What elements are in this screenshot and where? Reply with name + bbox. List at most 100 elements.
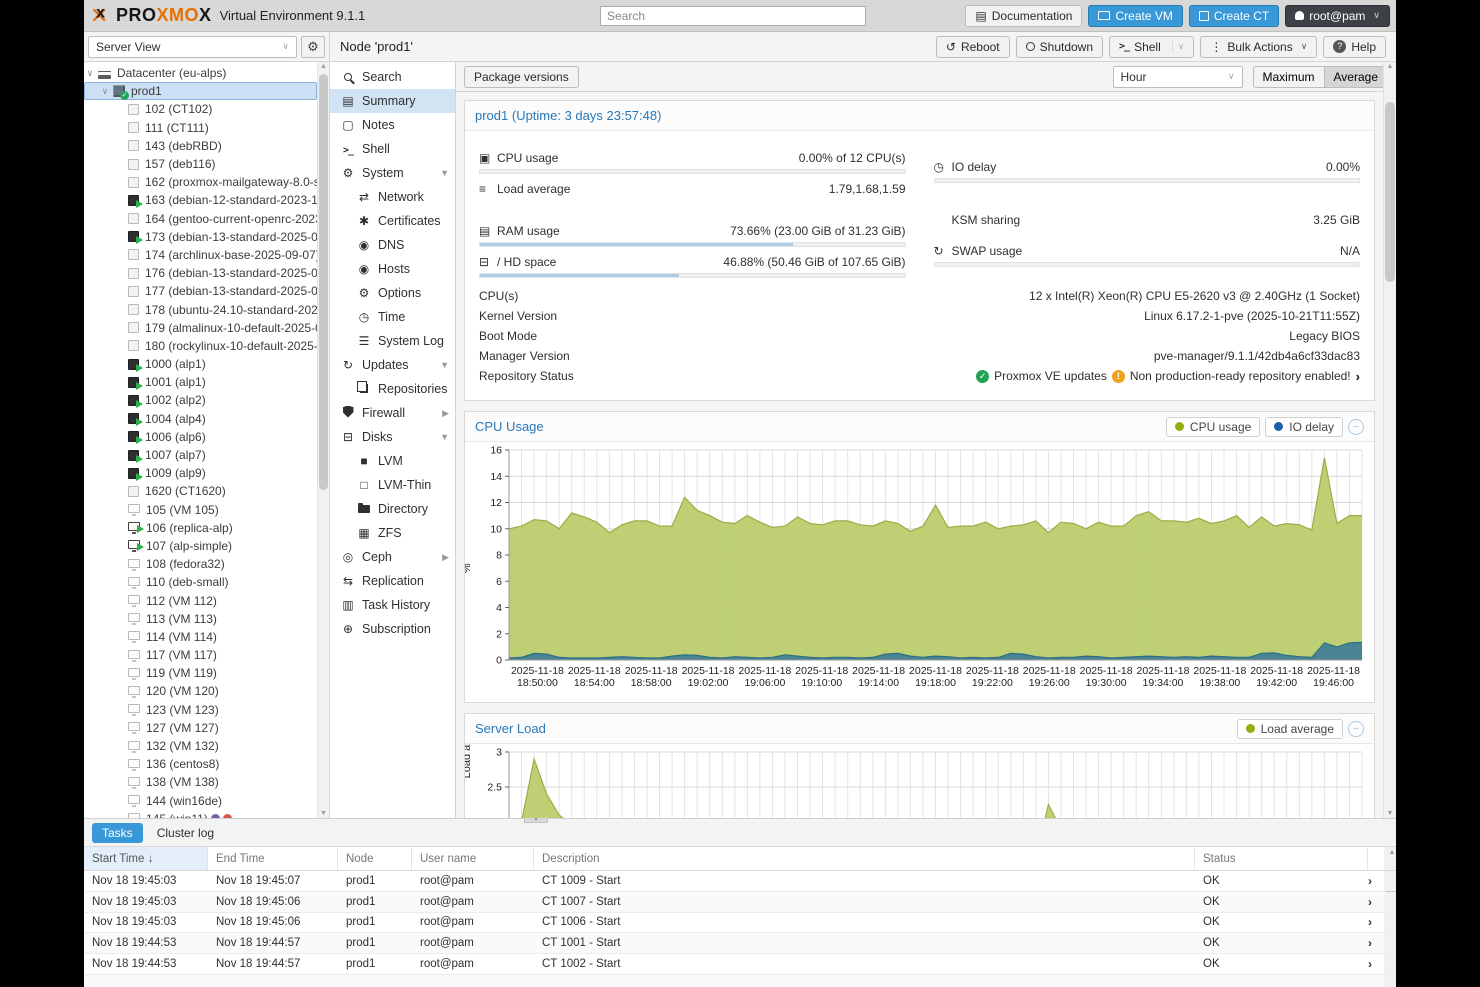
column-start-time[interactable]: Start Time ↓ <box>84 847 208 870</box>
shutdown-button[interactable]: Shutdown <box>1016 36 1103 58</box>
legend-load-average[interactable]: Load average <box>1237 719 1343 739</box>
nav-item-replication[interactable]: ⇆Replication <box>330 569 455 593</box>
tree-item-datacenter[interactable]: ∨Datacenter (eu-alps) <box>84 64 317 82</box>
package-versions-button[interactable]: Package versions <box>464 66 579 88</box>
tree-item-guest[interactable]: 162 (proxmox-mailgateway-8.0-st… <box>84 173 317 191</box>
nav-item-repositories[interactable]: Repositories <box>330 377 455 401</box>
tree-item-guest[interactable]: 179 (almalinux-10-default-2025-0… <box>84 319 317 337</box>
nav-item-zfs[interactable]: ▦ZFS <box>330 521 455 545</box>
chevron-right-icon[interactable]: › <box>1368 895 1384 909</box>
nav-item-system[interactable]: ⚙System▼ <box>330 161 455 185</box>
tree-item-guest[interactable]: 107 (alp-simple) <box>84 537 317 555</box>
tree-item-guest[interactable]: 157 (deb116) <box>84 155 317 173</box>
scroll-down-icon[interactable]: ▼ <box>318 810 329 817</box>
maximum-toggle[interactable]: Maximum <box>1253 66 1325 88</box>
nav-item-firewall[interactable]: Firewall▶ <box>330 401 455 425</box>
tree-item-guest[interactable]: 163 (debian-12-standard-2023-10… <box>84 191 317 209</box>
tree-item-guest[interactable]: 113 (VM 113) <box>84 610 317 628</box>
column-description[interactable]: Description <box>534 847 1195 870</box>
panel-splitter[interactable]: ▾ <box>524 818 548 823</box>
legend-cpu-usage[interactable]: CPU usage <box>1166 417 1260 437</box>
user-menu-button[interactable]: root@pam∨ <box>1285 5 1390 27</box>
nav-item-task-history[interactable]: ▥Task History <box>330 593 455 617</box>
create-ct-button[interactable]: Create CT <box>1189 5 1279 27</box>
tree-item-guest[interactable]: 145 (win11) <box>84 810 317 818</box>
task-row[interactable]: Nov 18 19:45:03Nov 18 19:45:06prod1root@… <box>84 913 1396 934</box>
shell-button[interactable]: >_Shell∨ <box>1109 36 1194 58</box>
column-user-name[interactable]: User name <box>412 847 534 870</box>
nav-item-dns[interactable]: ◉DNS <box>330 233 455 257</box>
tab-cluster-log[interactable]: Cluster log <box>147 823 224 843</box>
nav-item-certificates[interactable]: ✱Certificates <box>330 209 455 233</box>
nav-item-options[interactable]: ⚙Options <box>330 281 455 305</box>
nav-item-disks[interactable]: ⊟Disks▼ <box>330 425 455 449</box>
tree-item-guest[interactable]: 1007 (alp7) <box>84 446 317 464</box>
view-selector[interactable]: Server View∨ <box>88 36 297 58</box>
tree-item-guest[interactable]: 110 (deb-small) <box>84 573 317 591</box>
legend-io-delay[interactable]: IO delay <box>1265 417 1343 437</box>
tree-item-guest[interactable]: 1006 (alp6) <box>84 428 317 446</box>
tree-item-guest[interactable]: 106 (replica-alp) <box>84 519 317 537</box>
scroll-down-icon[interactable]: ▼ <box>1384 810 1396 817</box>
tree-item-guest[interactable]: 1004 (alp4) <box>84 410 317 428</box>
tree-item-guest[interactable]: 132 (VM 132) <box>84 737 317 755</box>
nav-item-notes[interactable]: ▢Notes <box>330 113 455 137</box>
task-row[interactable]: Nov 18 19:45:03Nov 18 19:45:07prod1root@… <box>84 871 1396 892</box>
nav-item-lvm[interactable]: ■LVM <box>330 449 455 473</box>
scroll-up-icon[interactable]: ▲ <box>1384 63 1396 70</box>
task-row[interactable] <box>84 975 1396 987</box>
tree-item-guest[interactable]: 176 (debian-13-standard-2025-09… <box>84 264 317 282</box>
tree-settings-button[interactable]: ⚙ <box>301 36 325 58</box>
tree-item-guest[interactable]: 173 (debian-13-standard-2025-09… <box>84 228 317 246</box>
tree-scrollbar[interactable]: ▲ ▼ <box>317 62 329 818</box>
tree-item-guest[interactable]: 117 (VM 117) <box>84 646 317 664</box>
chevron-right-icon[interactable]: › <box>1368 957 1384 971</box>
tree-item-guest[interactable]: 1001 (alp1) <box>84 373 317 391</box>
nav-item-shell[interactable]: >_Shell <box>330 137 455 161</box>
create-vm-button[interactable]: Create VM <box>1088 5 1182 27</box>
tasks-scrollbar[interactable]: ▲ <box>1384 847 1396 870</box>
documentation-button[interactable]: ▤Documentation <box>965 5 1082 27</box>
bulk-actions-button[interactable]: ⋮Bulk Actions∨ <box>1200 36 1317 58</box>
tree-item-guest[interactable]: 108 (fedora32) <box>84 555 317 573</box>
nav-item-lvm-thin[interactable]: □LVM-Thin <box>330 473 455 497</box>
tree-item-guest[interactable]: 1009 (alp9) <box>84 464 317 482</box>
task-row[interactable]: Nov 18 19:45:03Nov 18 19:45:06prod1root@… <box>84 892 1396 913</box>
nav-item-network[interactable]: ⇄Network <box>330 185 455 209</box>
column-node[interactable]: Node <box>338 847 412 870</box>
tree-item-guest[interactable]: 114 (VM 114) <box>84 628 317 646</box>
tree-item-guest[interactable]: 178 (ubuntu-24.10-standard-2025… <box>84 300 317 318</box>
nav-item-subscription[interactable]: ⊕Subscription <box>330 617 455 641</box>
nav-item-system-log[interactable]: ☰System Log <box>330 329 455 353</box>
nav-item-summary[interactable]: ▤Summary <box>330 89 455 113</box>
nav-item-directory[interactable]: Directory <box>330 497 455 521</box>
tree-item-guest[interactable]: 119 (VM 119) <box>84 664 317 682</box>
reboot-button[interactable]: ↺Reboot <box>936 36 1010 58</box>
tab-tasks[interactable]: Tasks <box>92 823 143 843</box>
tree-item-guest[interactable]: 1002 (alp2) <box>84 391 317 409</box>
tree-item-guest[interactable]: 112 (VM 112) <box>84 591 317 609</box>
scroll-up-icon[interactable]: ▲ <box>318 63 329 70</box>
task-row[interactable]: Nov 18 19:44:53Nov 18 19:44:57prod1root@… <box>84 933 1396 954</box>
nav-item-search[interactable]: Search <box>330 65 455 89</box>
chevron-right-icon[interactable]: › <box>1368 915 1384 929</box>
tree-item-guest[interactable]: 102 (CT102) <box>84 100 317 118</box>
search-input[interactable] <box>600 6 866 26</box>
nav-item-updates[interactable]: ↻Updates▼ <box>330 353 455 377</box>
column-end-time[interactable]: End Time <box>208 847 338 870</box>
tree-item-guest[interactable]: 174 (archlinux-base-2025-09-07) <box>84 246 317 264</box>
chevron-right-icon[interactable]: › <box>1356 369 1360 384</box>
tree-item-guest[interactable]: 144 (win16de) <box>84 792 317 810</box>
tree-item-guest[interactable]: 177 (debian-13-standard-2025-09… <box>84 282 317 300</box>
tree-item-guest[interactable]: 138 (VM 138) <box>84 773 317 791</box>
tree-item-guest[interactable]: 136 (centos8) <box>84 755 317 773</box>
tree-item-guest[interactable]: 127 (VM 127) <box>84 719 317 737</box>
tree-item-guest[interactable]: 123 (VM 123) <box>84 701 317 719</box>
tree-item-guest[interactable]: 143 (debRBD) <box>84 137 317 155</box>
chevron-right-icon[interactable]: › <box>1368 874 1384 888</box>
chevron-right-icon[interactable]: › <box>1368 936 1384 950</box>
collapse-panel-icon[interactable]: − <box>1348 419 1364 435</box>
tree-item-guest[interactable]: 1000 (alp1) <box>84 355 317 373</box>
average-toggle[interactable]: Average <box>1325 66 1388 88</box>
tree-item-guest[interactable]: 105 (VM 105) <box>84 501 317 519</box>
